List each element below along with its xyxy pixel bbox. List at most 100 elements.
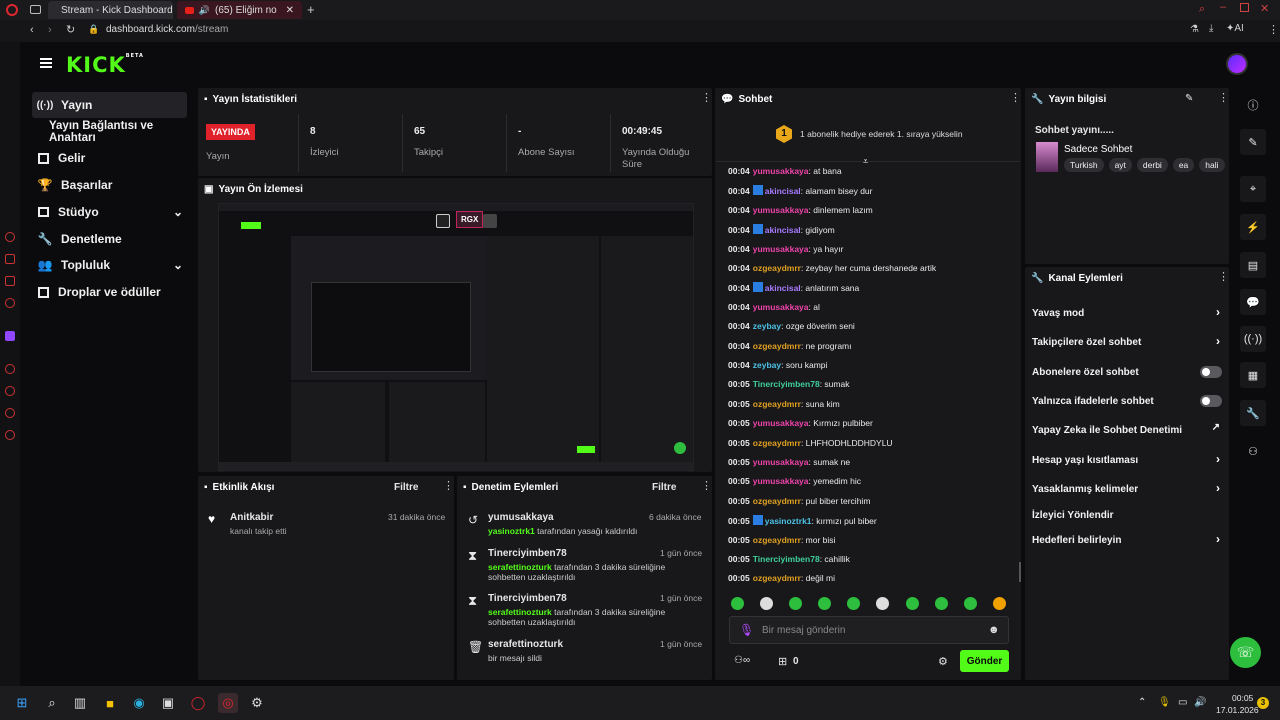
chevron-down-icon[interactable]: ⌄ [173, 205, 183, 219]
chat-username[interactable]: zeybay [753, 360, 781, 370]
layout-icon[interactable]: ▦ [1240, 362, 1266, 388]
chat-username[interactable]: yumusakkaya [753, 302, 809, 312]
emote-icon[interactable] [993, 597, 1006, 610]
scan-icon[interactable]: ⌖ [1240, 176, 1266, 202]
clock-date[interactable]: 17.01.2026 [1216, 705, 1259, 715]
support-chat-button[interactable]: ☏ [1230, 637, 1261, 668]
emote-icon[interactable] [876, 597, 889, 610]
sidebar-item-gelir[interactable]: Gelir [32, 146, 187, 170]
chat-username[interactable]: Tinerciyimben78 [753, 554, 820, 564]
opera-gx-icon[interactable]: ◎ [218, 693, 238, 713]
chat-username[interactable]: yumusakkaya [753, 418, 809, 428]
mod-item-user[interactable]: serafettinozturk [488, 639, 563, 650]
back-icon[interactable]: ‹ [30, 24, 34, 36]
sidebar-item-droplar[interactable]: Droplar ve ödüller [32, 280, 187, 304]
more-options-icon[interactable]: ⋮ [1218, 93, 1229, 104]
broadcast-icon[interactable]: ((·)) [1240, 326, 1266, 352]
popout-icon[interactable] [436, 214, 450, 228]
browser-menu-icon[interactable]: ⋮ [1268, 23, 1279, 36]
chat-username[interactable]: yumusakkaya [753, 244, 809, 254]
url-field[interactable]: dashboard.kick.com/stream [106, 24, 228, 35]
chat-username[interactable]: ozgeaydmrr [753, 535, 801, 545]
reload-icon[interactable]: ↻ [66, 23, 75, 36]
sidebar-app-icon[interactable] [5, 408, 15, 418]
share-icon[interactable]: ⚇ [1240, 438, 1266, 464]
store-icon[interactable]: ▣ [158, 693, 178, 713]
channel-action-row[interactable]: İzleyici Yönlendir [1032, 507, 1222, 523]
sidebar-item-yayin[interactable]: ((·)) Yayın [32, 93, 187, 117]
new-tab-icon[interactable]: + [307, 2, 315, 17]
more-options-icon[interactable]: ⋮ [1010, 93, 1021, 104]
lightning-icon[interactable]: ⚡ [1240, 214, 1266, 240]
chat-username[interactable]: akincisal [765, 186, 801, 196]
users-icon[interactable]: ⚇∞ [734, 655, 750, 666]
sidebar-app-icon[interactable] [5, 254, 15, 264]
emote-icon[interactable] [760, 597, 773, 610]
download-icon[interactable]: ⤓ [1209, 23, 1213, 34]
channel-action-row[interactable]: Hedefleri belirleyin › [1032, 532, 1222, 548]
emote-icon[interactable] [906, 597, 919, 610]
chat-username[interactable]: Tinerciyimben78 [753, 379, 820, 389]
gift-icon[interactable]: ⊞ [778, 655, 787, 668]
forward-icon[interactable]: › [48, 24, 52, 36]
network-icon[interactable]: ▭ [1178, 697, 1187, 708]
channel-action-row[interactable]: Hesap yaşı kısıtlaması › [1032, 452, 1222, 468]
chat-icon[interactable]: 💬 [1240, 289, 1266, 315]
chat-username[interactable]: ozgeaydmrr [753, 438, 801, 448]
emote-icon[interactable] [731, 597, 744, 610]
chat-username[interactable]: ozgeaydmrr [753, 263, 801, 273]
wrench-icon[interactable]: 🔧 [1240, 400, 1266, 426]
edit-pencil-icon[interactable]: ✎ [1185, 93, 1193, 104]
notification-badge[interactable]: 3 [1257, 697, 1269, 709]
edit-icon[interactable]: ✎ [1240, 129, 1266, 155]
activity-filter-button[interactable]: Filtre [394, 482, 418, 493]
settings-gear-icon[interactable]: ⚙ [938, 655, 948, 668]
info-icon[interactable]: ⓘ [1240, 92, 1266, 118]
ai-sparkle-icon[interactable]: ✦ AI [1226, 23, 1244, 34]
emoji-icon[interactable]: ☻ [988, 624, 1000, 636]
app-icon[interactable]: ⚙ [247, 693, 267, 713]
sidebar-app-icon[interactable] [5, 276, 15, 286]
edge-icon[interactable]: ◉ [129, 693, 149, 713]
emote-icon[interactable] [789, 597, 802, 610]
category-name[interactable]: Sadece Sohbet [1064, 144, 1132, 155]
preview-badge[interactable]: RGX [456, 211, 484, 228]
moderation-filter-button[interactable]: Filtre [652, 482, 676, 493]
channel-action-row[interactable]: Yapay Zeka ile Sohbet Denetimi ↗ [1032, 422, 1222, 438]
chat-username[interactable]: ozgeaydmrr [753, 573, 801, 583]
extensions-icon[interactable]: ⚗ [1190, 24, 1199, 35]
opera-logo-icon[interactable] [6, 4, 18, 16]
channel-action-row[interactable]: Yavaş mod › [1032, 305, 1222, 321]
channel-action-row[interactable]: Abonelere özel sohbet [1032, 364, 1222, 380]
tag-chip[interactable]: ea [1172, 158, 1195, 172]
close-window-icon[interactable]: ✕ [1260, 2, 1269, 15]
file-explorer-icon[interactable]: ■ [100, 693, 120, 713]
sidebar-item-stream-key[interactable]: Yayın Bağlantısı ve Anahtarı [32, 120, 202, 144]
camera-icon[interactable] [483, 214, 497, 228]
emote-icon[interactable] [935, 597, 948, 610]
tab-youtube[interactable]: 🔊 (65) Eliğim noktalar ✕ [177, 1, 302, 19]
sidebar-item-topluluk[interactable]: 👥 Topluluk ⌄ [32, 253, 187, 277]
activity-user[interactable]: Anitkabir [230, 512, 273, 523]
windows-start-icon[interactable]: ⊞ [12, 693, 32, 713]
volume-icon[interactable]: 🔊 [1194, 697, 1206, 708]
sidebar-app-icon[interactable] [5, 232, 15, 242]
chat-username[interactable]: yasinoztrk1 [765, 516, 812, 526]
chevron-down-icon[interactable]: ⌄ [173, 258, 183, 272]
more-options-icon[interactable]: ⋮ [443, 481, 454, 492]
search-icon[interactable]: ⌕ [42, 693, 62, 713]
clock-time[interactable]: 00:05 [1232, 693, 1253, 703]
more-options-icon[interactable]: ⋮ [701, 93, 712, 104]
toggle-switch[interactable] [1200, 395, 1222, 407]
avatar[interactable] [1226, 53, 1248, 75]
more-options-icon[interactable]: ⋮ [701, 481, 712, 492]
sidebar-app-icon[interactable] [5, 430, 15, 440]
hamburger-menu-icon[interactable] [40, 58, 52, 68]
note-icon[interactable]: ▤ [1240, 252, 1266, 278]
tag-chip[interactable]: ayt [1108, 158, 1132, 172]
minimize-icon[interactable]: – [1220, 1, 1226, 13]
sidebar-app-icon[interactable] [5, 386, 15, 396]
chat-username[interactable]: akincisal [765, 225, 801, 235]
toggle-switch[interactable] [1200, 366, 1222, 378]
more-options-icon[interactable]: ⋮ [1218, 272, 1229, 283]
